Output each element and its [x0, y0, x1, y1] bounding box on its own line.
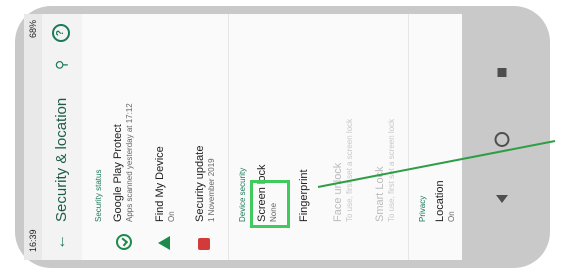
section-divider — [228, 14, 229, 260]
setting-subtitle: 1 November 2019 — [207, 158, 216, 222]
setting-security-update[interactable]: Security update 1 November 2019 — [194, 22, 216, 222]
location-arrow-icon — [158, 236, 170, 250]
setting-title: Smart Lock — [374, 166, 386, 222]
setting-subtitle: On — [167, 211, 176, 222]
navigation-bar — [467, 16, 537, 260]
setting-google-play-protect[interactable]: Google Play Protect Apps scanned yesterd… — [112, 22, 134, 222]
app-toolbar: ← Security & location ⚲ ? — [42, 14, 83, 260]
status-time: 16:39 — [28, 229, 38, 252]
recents-icon[interactable] — [497, 68, 507, 77]
section-header-device-security: Device security — [238, 167, 247, 222]
setting-title: Find My Device — [154, 146, 166, 222]
setting-title: Location — [434, 180, 446, 222]
setting-face-unlock: Face unlock To use, first set a screen l… — [332, 22, 354, 222]
battery-level: 68% — [28, 20, 38, 39]
setting-title: Fingerprint — [298, 169, 310, 222]
search-icon[interactable]: ⚲ — [53, 60, 70, 70]
setting-subtitle: To use, first set a screen lock — [387, 118, 396, 222]
setting-location[interactable]: Location On — [434, 22, 456, 222]
setting-title: Google Play Protect — [112, 124, 124, 222]
section-divider — [408, 14, 409, 260]
settings-list: Security status Google Play Protect Apps… — [82, 14, 462, 260]
page-title: Security & location — [53, 97, 70, 222]
setting-subtitle: To use, first set a screen lock — [345, 118, 354, 222]
setting-title: Security update — [194, 145, 206, 222]
section-header-privacy: Privacy — [418, 195, 427, 222]
setting-subtitle: On — [447, 211, 456, 222]
setting-fingerprint[interactable]: Fingerprint — [298, 22, 310, 222]
screen-lock-highlight-box — [250, 180, 290, 228]
arrow-back-icon[interactable]: ← — [52, 234, 70, 250]
help-icon[interactable]: ? — [52, 24, 70, 42]
phone-screen: 16:39 68% ← Security & location ⚲ ? Secu… — [24, 14, 462, 260]
setting-smart-lock: Smart Lock To use, first set a screen lo… — [374, 22, 396, 222]
setting-find-my-device[interactable]: Find My Device On — [154, 22, 176, 222]
home-icon[interactable] — [494, 132, 510, 147]
setting-title: Face unlock — [332, 162, 344, 222]
update-badge-icon — [198, 238, 210, 250]
status-bar: 16:39 68% — [24, 14, 42, 260]
shield-check-icon — [116, 234, 132, 250]
setting-subtitle: Apps scanned yesterday at 17:12 — [125, 103, 134, 222]
back-triangle-icon[interactable] — [496, 195, 508, 203]
section-header-security-status: Security status — [94, 169, 103, 222]
